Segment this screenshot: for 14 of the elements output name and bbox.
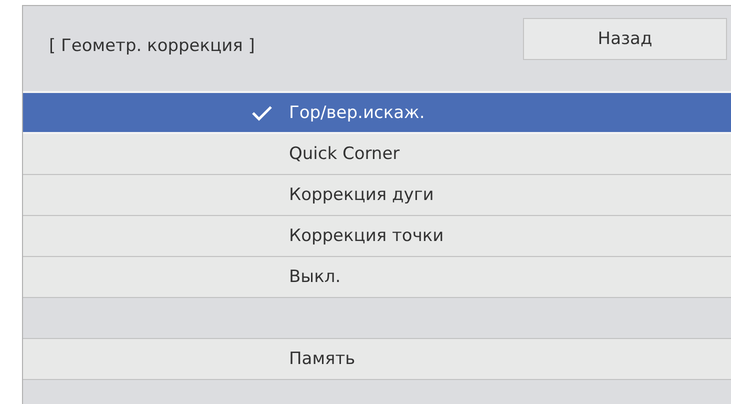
menu-option[interactable]: Память [23,339,731,380]
option-label: Память [289,349,356,369]
menu-option[interactable]: Гор/вер.искаж. [23,93,731,134]
option-label: Коррекция дуги [289,185,434,205]
menu-option[interactable]: Выкл. [23,257,731,298]
back-button[interactable]: Назад [523,18,727,60]
option-label: Выкл. [289,267,341,287]
menu-option[interactable]: Quick Corner [23,134,731,175]
menu-option[interactable]: Коррекция дуги [23,175,731,216]
option-label: Коррекция точки [289,226,444,246]
option-label: Гор/вер.искаж. [289,102,425,122]
menu-title: [ Геометр. коррекция ] [49,36,255,56]
menu-option[interactable]: Коррекция точки [23,216,731,257]
option-label: Quick Corner [289,144,400,164]
